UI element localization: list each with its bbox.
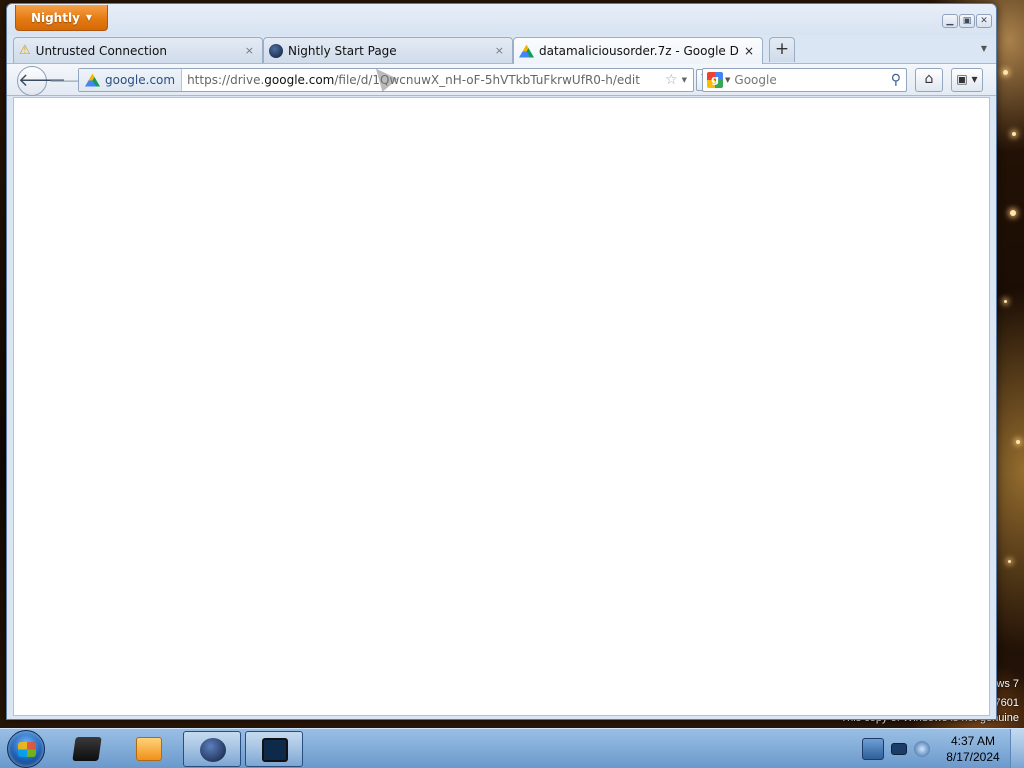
- watermark-line-1: ws 7: [996, 678, 1019, 690]
- monitor-icon: [262, 738, 288, 762]
- wallpaper-spark: [1004, 300, 1007, 303]
- search-engine-selector[interactable]: g ▼: [707, 72, 730, 88]
- taskbar-media-player[interactable]: [120, 731, 178, 767]
- system-tray: [862, 729, 930, 768]
- new-tab-button[interactable]: +: [769, 37, 795, 62]
- media-player-icon: [136, 737, 162, 761]
- terminal-box-icon: [72, 737, 102, 761]
- site-identity-button[interactable]: google.com: [79, 69, 183, 91]
- close-window-button[interactable]: ✕: [976, 14, 992, 28]
- google-drive-icon: [519, 44, 534, 58]
- tab-title: Nightly Start Page: [288, 43, 397, 58]
- taskbar-monitor-app[interactable]: [245, 731, 303, 767]
- search-input[interactable]: Google: [734, 73, 886, 87]
- minimize-button[interactable]: ▁: [942, 14, 958, 28]
- wallpaper-spark: [1012, 132, 1016, 136]
- close-icon[interactable]: ×: [495, 44, 504, 57]
- taskbar: 4:37 AM 8/17/2024: [0, 728, 1024, 768]
- chevron-down-icon: ▼: [85, 13, 93, 22]
- search-bar[interactable]: g ▼ Google ⚲: [702, 68, 907, 92]
- back-button[interactable]: 🡐: [17, 66, 66, 96]
- search-icon[interactable]: ⚲: [891, 72, 906, 88]
- title-bar[interactable]: Nightly ▼ ▁ ▣ ✕: [7, 4, 996, 35]
- clock-date: 8/17/2024: [946, 750, 1000, 764]
- url-prefix: https://drive.: [187, 73, 265, 87]
- navigation-toolbar: 🡐 🡒 google.com https://drive.google.com/…: [7, 63, 996, 96]
- watermark-line-2: 7601: [994, 697, 1019, 709]
- wallpaper-spark: [1003, 70, 1008, 75]
- warning-icon: ⚠: [19, 43, 31, 58]
- browser-window: Nightly ▼ ▁ ▣ ✕ ⚠ Untrusted Connection ×…: [6, 3, 997, 720]
- show-desktop-button[interactable]: [1010, 729, 1024, 768]
- identity-label: google.com: [105, 73, 176, 87]
- window-controls: ▁ ▣ ✕: [942, 14, 992, 28]
- tab-google-drive[interactable]: datamaliciousorder.7z - Google Drive ×: [513, 37, 763, 64]
- nightly-menu-button[interactable]: Nightly ▼: [15, 5, 108, 31]
- home-button[interactable]: ⌂: [915, 68, 943, 92]
- taskbar-clock[interactable]: 4:37 AM 8/17/2024: [940, 733, 1006, 765]
- url-input[interactable]: https://drive.google.com/file/d/1QwcnuwX…: [182, 73, 663, 87]
- wallpaper-spark: [1008, 560, 1011, 563]
- nightly-menu-label: Nightly: [30, 10, 80, 25]
- tab-nightly-start-page[interactable]: Nightly Start Page ×: [263, 37, 513, 63]
- bookmark-star-icon[interactable]: ☆: [663, 72, 680, 88]
- wallpaper-spark: [1010, 210, 1016, 216]
- tab-title: Untrusted Connection: [35, 43, 167, 58]
- forward-button[interactable]: 🡒: [49, 71, 89, 91]
- tab-title: datamaliciousorder.7z - Google Drive: [539, 44, 739, 58]
- tab-list-chevron-icon[interactable]: ▼: [981, 44, 987, 53]
- windows-logo-icon: [18, 742, 36, 757]
- taskbar-app-1[interactable]: [58, 731, 116, 767]
- google-icon: g: [707, 72, 723, 88]
- nightly-globe-icon: [269, 43, 283, 58]
- nightly-globe-icon: [200, 738, 226, 762]
- tab-strip: ⚠ Untrusted Connection × Nightly Start P…: [13, 35, 991, 64]
- start-button[interactable]: [7, 730, 45, 768]
- wallpaper-spark: [1016, 440, 1020, 444]
- google-drive-icon: [85, 73, 100, 87]
- close-icon[interactable]: ×: [245, 44, 254, 57]
- url-domain: google.com: [264, 73, 335, 87]
- close-icon[interactable]: ×: [744, 44, 754, 58]
- taskbar-nightly-browser[interactable]: [183, 731, 241, 767]
- page-content-area[interactable]: [13, 97, 990, 716]
- url-history-dropdown-icon[interactable]: ▼: [680, 76, 693, 84]
- clock-time: 4:37 AM: [950, 734, 996, 748]
- action-center-icon[interactable]: [862, 738, 884, 760]
- network-icon[interactable]: [891, 743, 907, 755]
- bookmarks-menu-button[interactable]: ▣ ▾: [951, 68, 983, 92]
- tab-untrusted-connection[interactable]: ⚠ Untrusted Connection ×: [13, 37, 263, 63]
- maximize-button[interactable]: ▣: [959, 14, 975, 28]
- volume-icon[interactable]: [914, 741, 930, 757]
- chevron-down-icon: ▼: [725, 76, 731, 84]
